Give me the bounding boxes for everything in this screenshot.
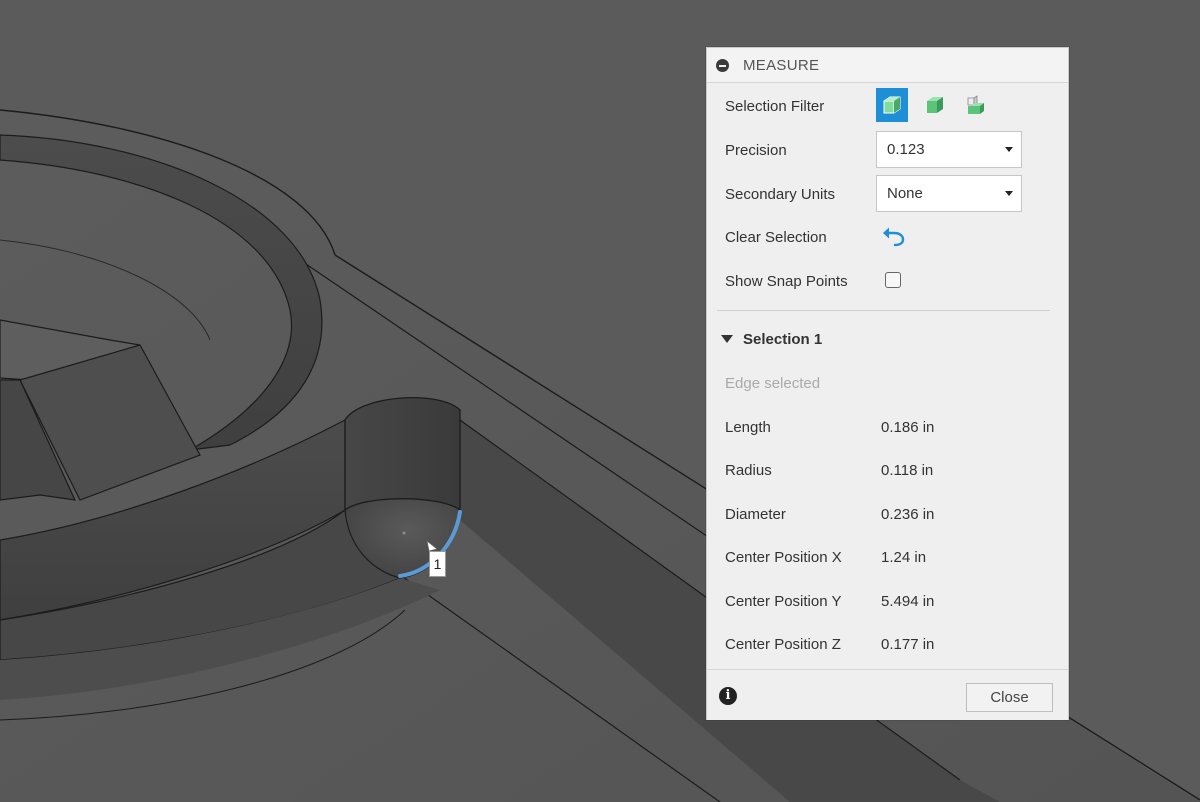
secondary-units-dropdown[interactable]: None (876, 175, 1022, 212)
show-snap-points-checkbox[interactable] (885, 272, 901, 288)
show-snap-points-label: Show Snap Points (725, 273, 848, 290)
face-filter-icon (927, 97, 943, 113)
chevron-down-icon (1005, 191, 1013, 196)
length-value: 0.186 in (881, 419, 935, 436)
component-filter-icon (967, 95, 984, 114)
center-y-label: Center Position Y (725, 593, 842, 610)
divider (717, 310, 1050, 311)
component-filter-button[interactable] (960, 88, 992, 122)
face-filter-button[interactable] (919, 88, 951, 122)
precision-label: Precision (725, 142, 787, 159)
center-z-label: Center Position Z (725, 636, 841, 653)
precision-dropdown[interactable]: 0.123 (876, 131, 1022, 168)
selection-status: Edge selected (725, 375, 821, 392)
body-filter-icon (883, 96, 901, 114)
panel-header: MEASURE (707, 48, 1068, 83)
clear-selection-label: Clear Selection (725, 229, 827, 246)
center-y-value: 5.494 in (881, 593, 935, 610)
radius-value: 0.118 in (881, 462, 934, 479)
selection-section-title: Selection 1 (743, 331, 823, 348)
precision-value: 0.123 (887, 141, 925, 158)
center-x-label: Center Position X (725, 549, 842, 566)
panel-footer: i Close (707, 669, 1068, 720)
center-x-value: 1.24 in (881, 549, 927, 566)
selection-filter-label: Selection Filter (725, 98, 825, 115)
radius-label: Radius (725, 462, 772, 479)
clear-selection-button[interactable] (881, 225, 907, 247)
diameter-value: 0.236 in (881, 506, 935, 523)
undo-arrow-icon (883, 227, 905, 247)
body-filter-button[interactable] (876, 88, 908, 122)
triangle-down-icon (721, 335, 733, 343)
chevron-down-icon (1005, 147, 1013, 152)
center-z-value: 0.177 in (881, 636, 935, 653)
collapse-panel-icon[interactable] (716, 59, 729, 72)
close-button[interactable]: Close (966, 683, 1053, 712)
panel-title: MEASURE (743, 57, 820, 74)
length-label: Length (725, 419, 771, 436)
secondary-units-value: None (887, 185, 923, 202)
secondary-units-label: Secondary Units (725, 186, 836, 203)
info-icon[interactable]: i (719, 687, 737, 705)
measure-panel: MEASURE Selection Filter Precision 0.123… (706, 47, 1069, 720)
selection-marker-label: 1 (429, 551, 446, 577)
diameter-label: Diameter (725, 506, 786, 523)
